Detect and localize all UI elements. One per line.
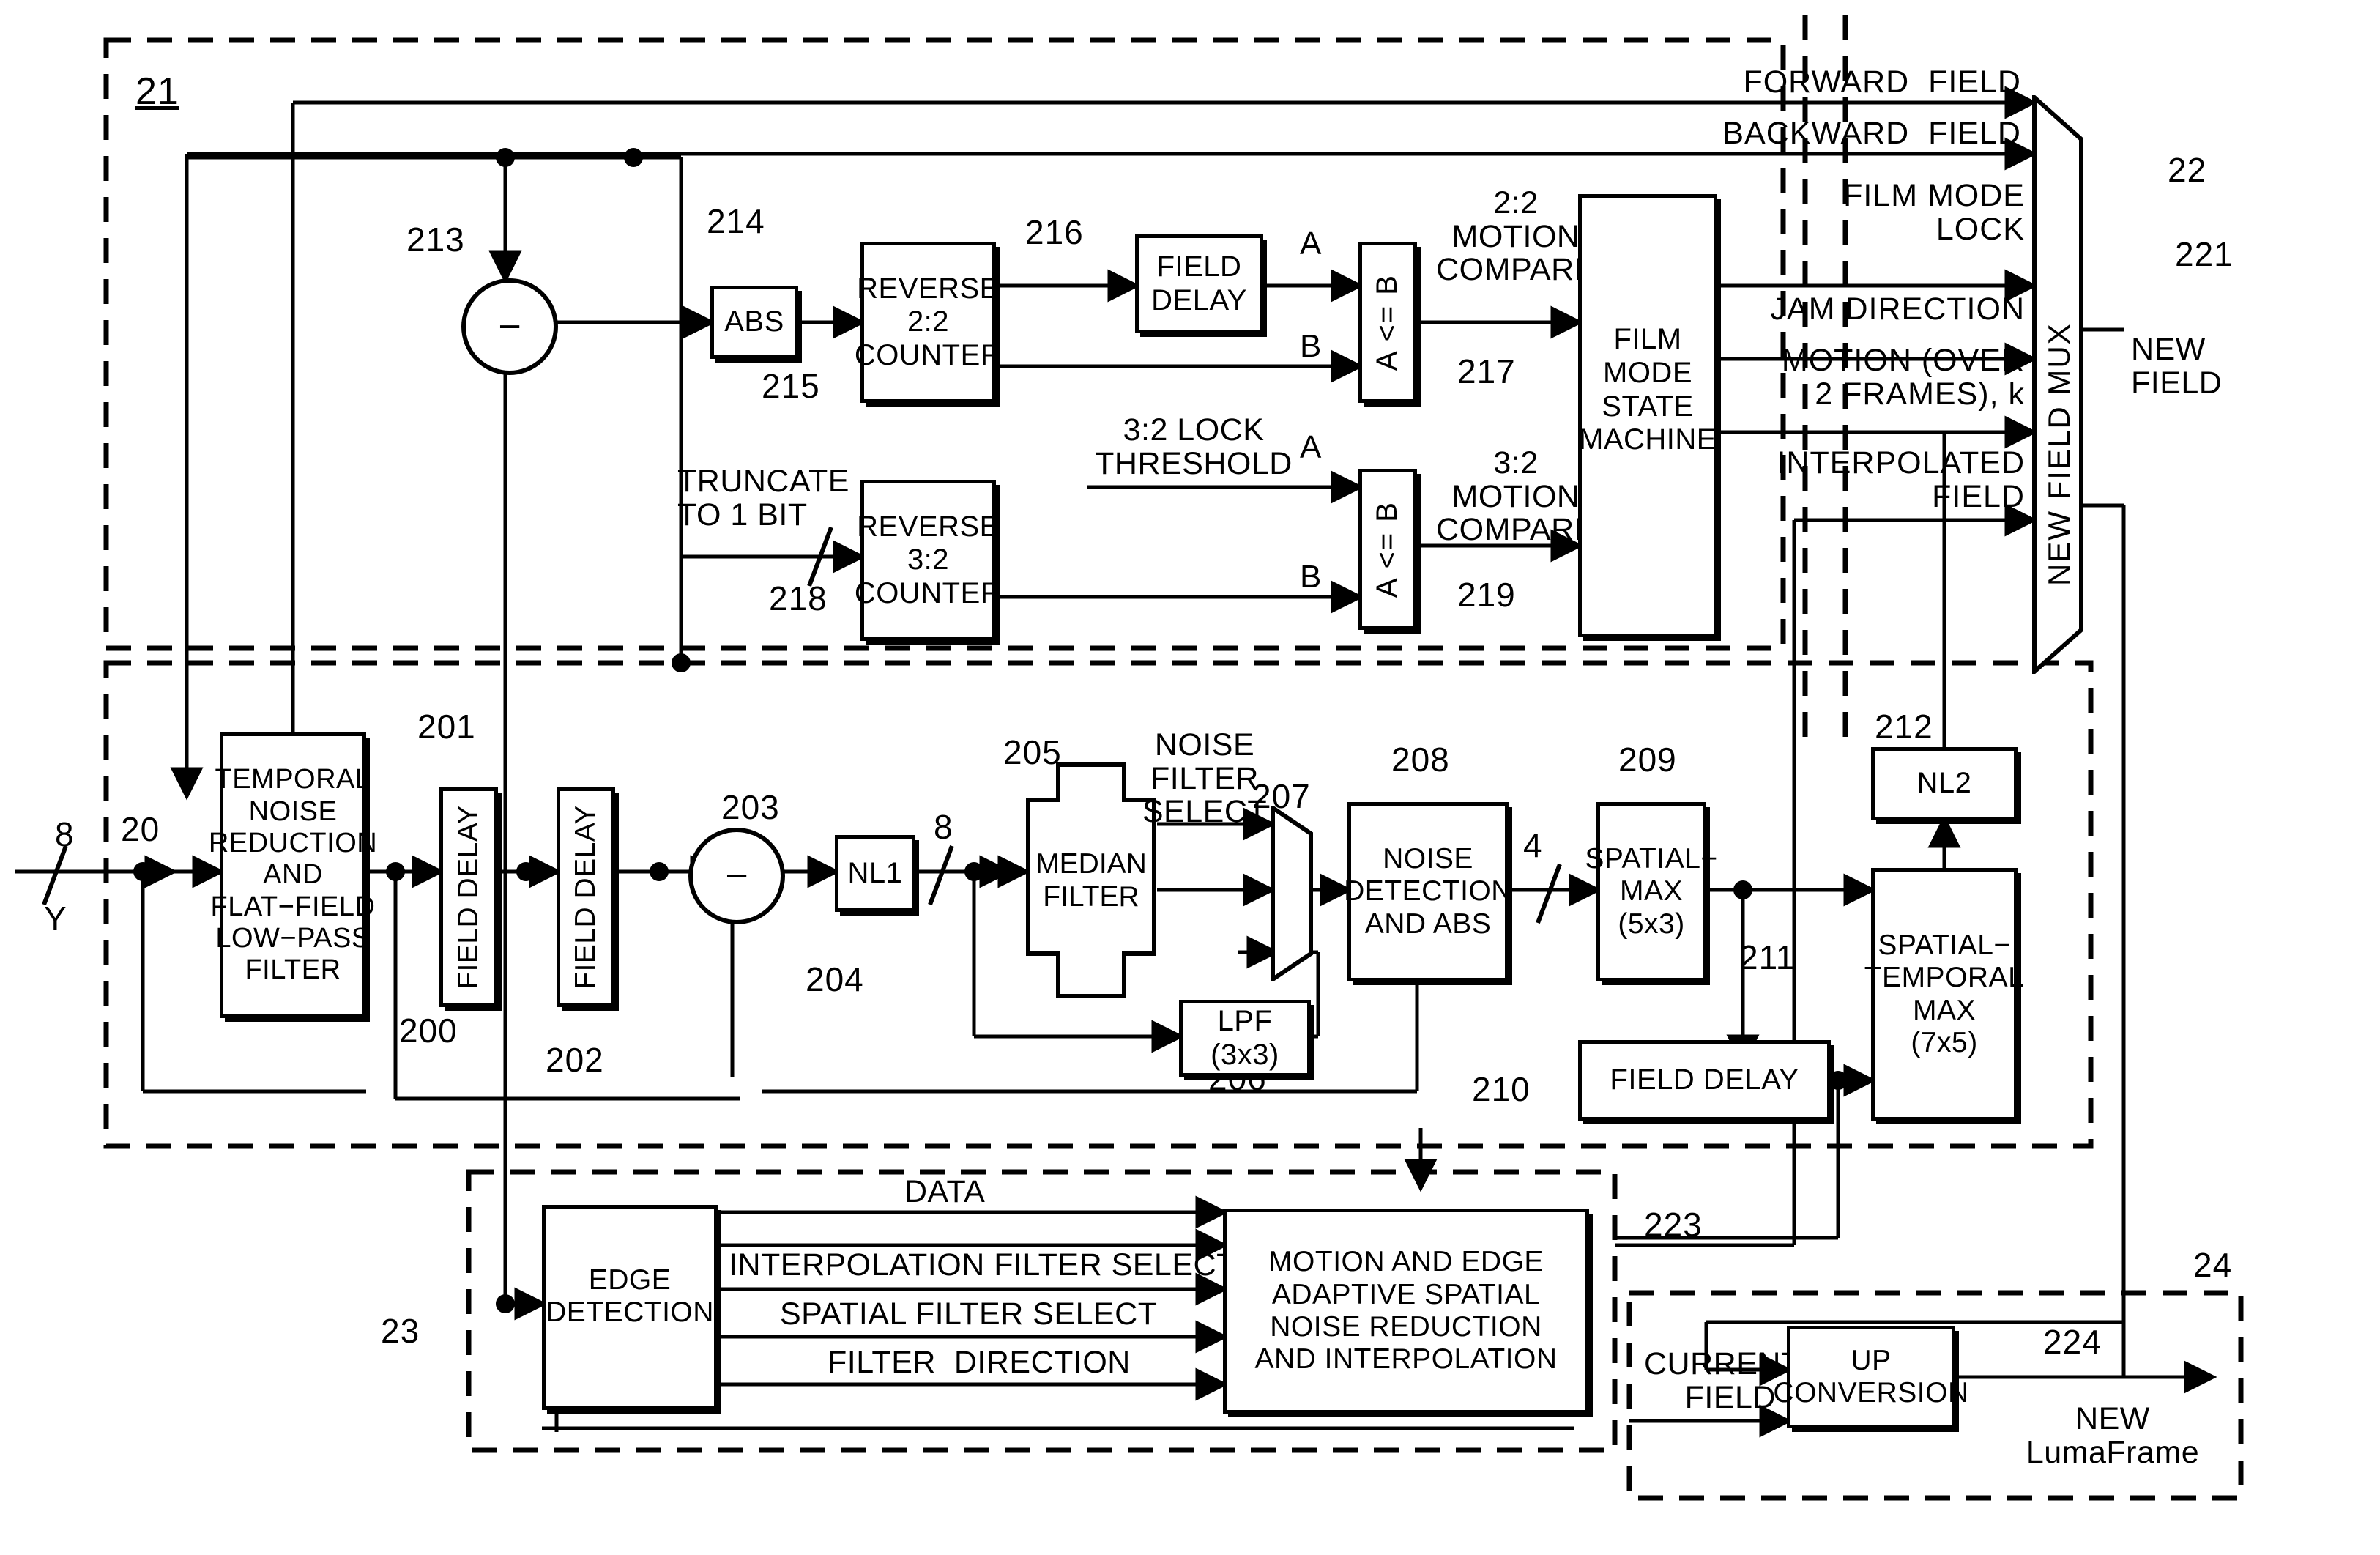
- junction-dots: [133, 148, 1848, 1313]
- patent-figure: 21 22 221 213 214 215 216 217 218 219 22…: [0, 0, 2380, 1555]
